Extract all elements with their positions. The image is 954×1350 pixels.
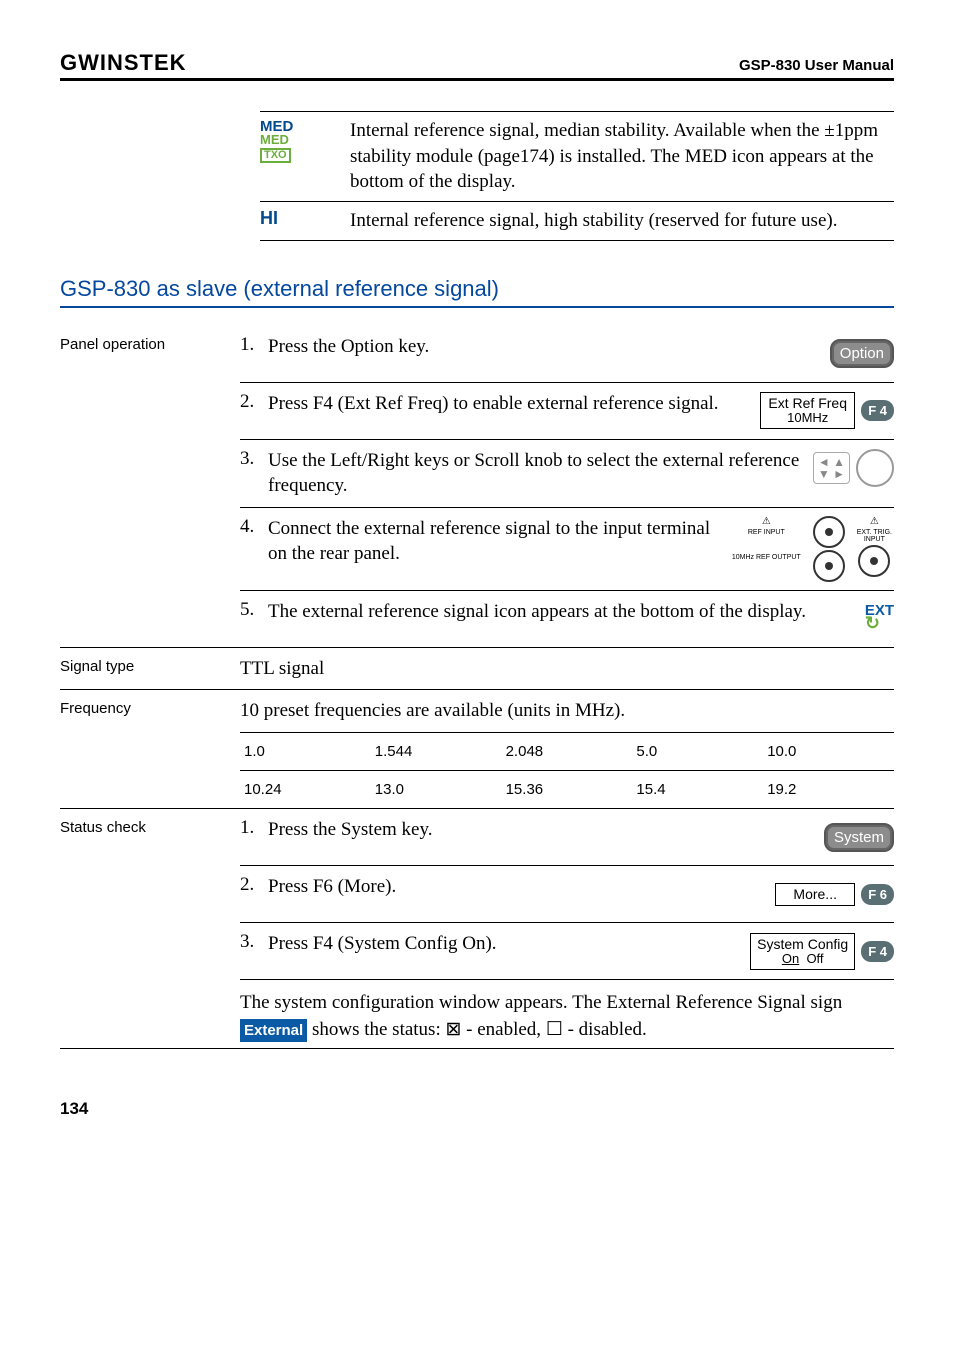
panel-step-2: 2. Press F4 (Ext Ref Freq) to enable ext…	[240, 383, 894, 440]
f6-key[interactable]: F 6	[861, 884, 894, 905]
signal-type-label: Signal type	[60, 648, 240, 690]
stability-row-hi: HI Internal reference signal, high stabi…	[260, 201, 894, 240]
med-icon: MED MED TXO	[260, 118, 350, 163]
status-step-1: 1. Press the System key. System	[240, 809, 894, 866]
disabled-checkbox-icon: ☐	[546, 1019, 563, 1040]
med-description: Internal reference signal, median stabil…	[350, 118, 894, 195]
arrow-keys-icon[interactable]: ◄ ▲▼ ►	[813, 452, 850, 484]
hi-description: Internal reference signal, high stabilit…	[350, 208, 894, 234]
frequency-section: Frequency 10 preset frequencies are avai…	[60, 690, 894, 809]
system-config-softkey[interactable]: System Config On Off	[750, 933, 855, 971]
status-step-3: 3. Press F4 (System Config On). System C…	[240, 923, 894, 980]
stability-row-med: MED MED TXO Internal reference signal, m…	[260, 112, 894, 201]
manual-title: GSP-830 User Manual	[739, 57, 894, 74]
section-heading: GSP-830 as slave (external reference sig…	[60, 276, 894, 302]
external-badge: External	[240, 1019, 307, 1042]
scroll-knob-icon[interactable]	[856, 449, 894, 487]
signal-type-value: TTL signal	[240, 656, 894, 682]
brand-logo: GWINSTEK	[60, 50, 187, 76]
signal-type-section: Signal type TTL signal	[60, 648, 894, 691]
stability-table: MED MED TXO Internal reference signal, m…	[260, 111, 894, 241]
page-header: GWINSTEK GSP-830 User Manual	[60, 50, 894, 81]
ext-trig-bnc[interactable]	[858, 545, 890, 577]
status-check-label: Status check	[60, 809, 240, 1047]
ref-input-bnc[interactable]	[813, 516, 845, 548]
status-check-paragraph: The system configuration window appears.…	[240, 980, 894, 1047]
panel-step-5: 5. The external reference signal icon ap…	[240, 591, 894, 647]
status-step-2: 2. Press F6 (More). More... F 6	[240, 866, 894, 923]
panel-step-1: 1. Press the Option key. Option	[240, 326, 894, 383]
ext-ref-freq-softkey[interactable]: Ext Ref Freq 10MHz	[760, 392, 855, 430]
enabled-checkbox-icon: ⊠	[445, 1019, 461, 1040]
more-softkey[interactable]: More...	[775, 883, 855, 906]
panel-operation-label: Panel operation	[60, 326, 240, 647]
f4-key[interactable]: F 4	[861, 400, 894, 421]
frequency-label: Frequency	[60, 690, 240, 808]
option-key-button[interactable]: Option	[830, 339, 894, 368]
frequency-row-1: 1.0 1.544 2.048 5.0 10.0	[240, 733, 894, 771]
rear-panel-connectors: ⚠ REF INPUT 10MHz REF OUTPUT ⚠	[730, 516, 894, 582]
system-key-button[interactable]: System	[824, 823, 894, 852]
panel-operation-section: Panel operation 1. Press the Option key.…	[60, 326, 894, 648]
panel-step-3: 3. Use the Left/Right keys or Scroll kno…	[240, 440, 894, 508]
page-number: 134	[60, 1099, 894, 1119]
hi-icon: HI	[260, 208, 278, 228]
status-check-section: Status check 1. Press the System key. Sy…	[60, 809, 894, 1048]
ref-output-bnc[interactable]	[813, 550, 845, 582]
frequency-row-2: 10.24 13.0 15.36 15.4 19.2	[240, 771, 894, 808]
f4-key-status[interactable]: F 4	[861, 941, 894, 962]
frequency-intro: 10 preset frequencies are available (uni…	[240, 690, 894, 733]
ext-ref-icon: EXT↻	[865, 604, 894, 634]
panel-step-4: 4. Connect the external reference signal…	[240, 508, 894, 591]
section-rule	[60, 306, 894, 308]
